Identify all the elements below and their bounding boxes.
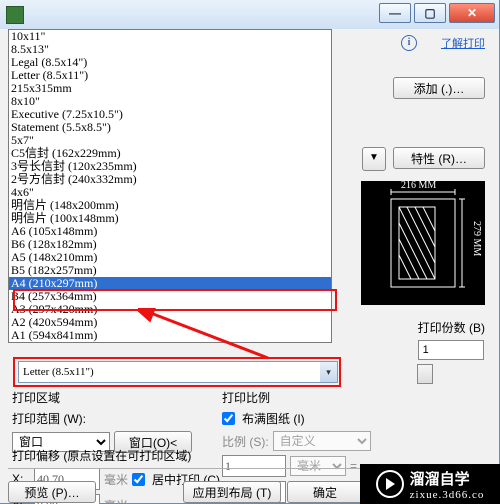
fit-to-paper-checkbox[interactable]: [222, 412, 235, 425]
paper-size-option[interactable]: A1 (594x841mm): [9, 329, 331, 342]
props-dropdown[interactable]: ▼: [362, 147, 386, 171]
preview-width: 216 MM: [401, 180, 436, 191]
paper-size-option[interactable]: 215x315mm: [9, 82, 331, 95]
copies-spinner[interactable]: [417, 364, 433, 384]
preview-button[interactable]: 预览 (P)…: [8, 481, 96, 503]
annotation-box: [13, 289, 337, 311]
preview-height: 279 MM: [471, 221, 482, 256]
watermark-brand: 溜溜自学: [410, 468, 485, 489]
offset-group: 打印偏移 (原点设置在可打印区域): [12, 447, 232, 464]
maximize-button[interactable]: ▢: [414, 3, 446, 23]
print-dialog: — ▢ ✕ i 了解打印 添加 (.)… ▼ 特性 (R)…: [0, 0, 500, 504]
paper-size-option[interactable]: 2号方信封 (240x332mm): [9, 173, 331, 186]
info-icon: i: [401, 35, 417, 51]
print-scale-group: 打印比例: [222, 389, 422, 406]
minimize-button[interactable]: —: [379, 3, 411, 23]
paper-size-option[interactable]: Statement (5.5x8.5"): [9, 121, 331, 134]
add-button[interactable]: 添加 (.)…: [393, 77, 485, 99]
watermark-url: zixue.3d66.co: [410, 489, 485, 501]
app-icon: [6, 6, 24, 24]
close-button[interactable]: ✕: [449, 3, 495, 23]
ok-button[interactable]: 确定: [287, 481, 363, 503]
learn-print-link[interactable]: 了解打印: [441, 35, 485, 51]
play-icon: [376, 470, 404, 498]
fit-to-paper-label: 布满图纸 (I): [242, 410, 305, 427]
scale-select: 自定义: [273, 431, 371, 451]
apply-layout-button[interactable]: 应用到布局 (T): [183, 481, 281, 503]
titlebar: — ▢ ✕: [0, 0, 499, 29]
properties-button[interactable]: 特性 (R)…: [393, 147, 485, 169]
print-area-group: 打印区域: [12, 389, 212, 406]
watermark: 溜溜自学 zixue.3d66.co: [360, 464, 500, 504]
copies-input[interactable]: 1: [418, 340, 484, 360]
copies-label: 打印份数 (B): [418, 319, 485, 336]
paper-preview: 216 MM 279 MM: [361, 181, 485, 305]
print-range-label: 打印范围 (W):: [12, 410, 86, 427]
annotation-box: [13, 357, 341, 387]
paper-size-option[interactable]: 10x11": [9, 30, 331, 43]
